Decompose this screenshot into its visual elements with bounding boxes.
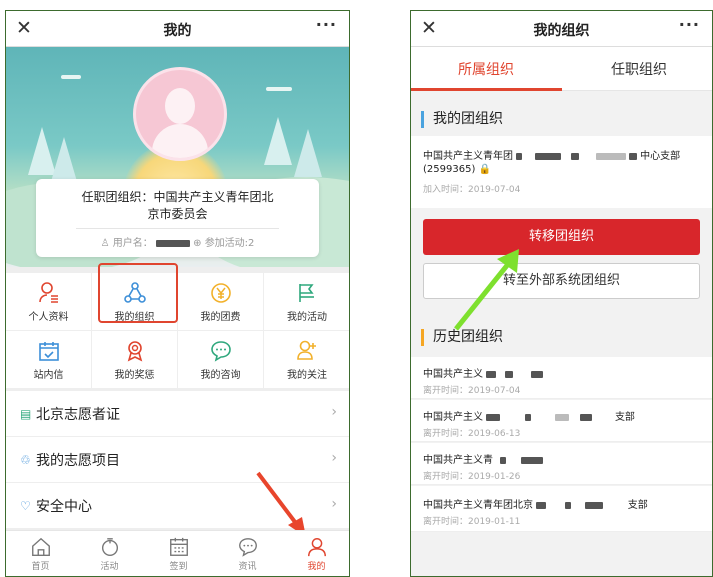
bottom-tab-bar: 首页 活动 签到 资讯 我的: [6, 530, 349, 576]
tab-checkin[interactable]: 签到: [144, 531, 213, 576]
phone-screen-my-org: ✕ 我的组织 ··· 所属组织 任职组织 我的团组织 中国共产主义青年团 中心支…: [410, 10, 713, 577]
me-icon: [307, 538, 326, 557]
tab-news[interactable]: 资讯: [213, 531, 282, 576]
tab-label: 签到: [169, 562, 188, 572]
tab-activity[interactable]: 活动: [75, 531, 144, 576]
annotation-arrow-red: [256, 471, 306, 537]
checkin-calendar-icon: [169, 537, 188, 556]
tab-me[interactable]: 我的: [282, 531, 349, 576]
phone-screen-mine: ✕ 我的 ··· 任职团组织：中国共产主义青年团北 京市委员会 ♙ 用户名： ⊕…: [5, 10, 350, 577]
activity-icon: [101, 538, 118, 556]
home-icon: [31, 537, 50, 556]
tab-label: 首页: [31, 562, 50, 572]
tab-home[interactable]: 首页: [6, 531, 75, 576]
news-chat-icon: [238, 538, 257, 557]
tab-label: 活动: [100, 562, 119, 572]
tab-label: 我的: [307, 562, 326, 572]
annotation-arrow-green: [454, 249, 519, 331]
tab-label: 资讯: [238, 562, 257, 572]
